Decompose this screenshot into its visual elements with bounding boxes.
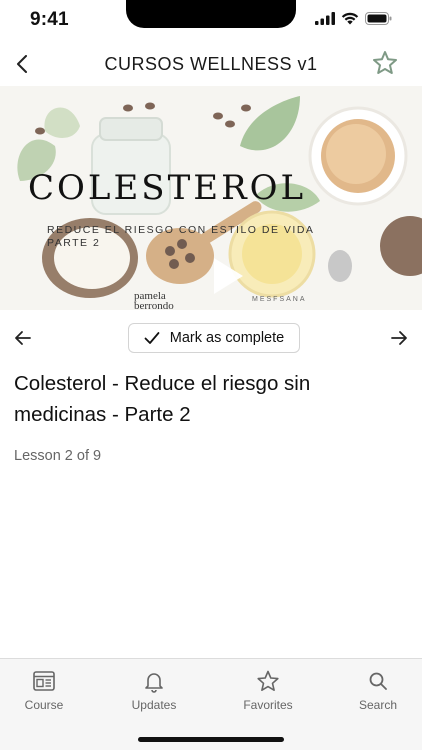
back-button[interactable] bbox=[8, 48, 36, 80]
arrow-left-icon bbox=[15, 331, 31, 345]
chevron-left-icon bbox=[17, 55, 27, 73]
brand-logo-left: pamela berrondo bbox=[134, 291, 174, 311]
previous-lesson-button[interactable] bbox=[10, 324, 38, 352]
tab-favorites[interactable]: Favorites bbox=[223, 669, 313, 712]
tab-updates-label: Updates bbox=[131, 698, 177, 712]
video-subtitle: REDUCE EL RIESGO CON ESTILO DE VIDA PART… bbox=[47, 224, 314, 250]
brand-logo-left-line2: berrondo bbox=[134, 300, 174, 311]
star-icon bbox=[257, 670, 279, 691]
bell-icon bbox=[145, 673, 163, 693]
lesson-navigation: Mark as complete bbox=[0, 320, 422, 356]
cellular-signal-icon bbox=[315, 12, 335, 25]
brand-logo-right: MESFSANA bbox=[252, 296, 307, 303]
device-notch bbox=[126, 0, 296, 28]
favorite-button[interactable] bbox=[372, 50, 402, 80]
lesson-progress-text: Lesson 2 of 9 bbox=[14, 448, 102, 464]
tab-course[interactable]: Course bbox=[0, 669, 89, 712]
next-lesson-button[interactable] bbox=[384, 324, 412, 352]
status-icons bbox=[315, 12, 392, 25]
lesson-title: Colesterol - Reduce el riesgo sin medici… bbox=[14, 372, 311, 426]
checkmark-icon bbox=[144, 332, 160, 344]
battery-icon bbox=[365, 12, 392, 25]
mark-complete-label: Mark as complete bbox=[169, 330, 285, 346]
star-outline-icon bbox=[373, 51, 397, 74]
arrow-right-icon bbox=[391, 331, 407, 345]
tab-updates[interactable]: Updates bbox=[109, 669, 199, 712]
status-bar: 9:41 bbox=[0, 0, 422, 42]
video-subtitle-line2: PARTE 2 bbox=[47, 237, 101, 249]
mark-complete-button[interactable]: Mark as complete bbox=[128, 323, 300, 353]
lesson-video[interactable]: COLESTEROL REDUCE EL RIESGO CON ESTILO D… bbox=[0, 86, 422, 310]
video-subtitle-line1: REDUCE EL RIESGO CON ESTILO DE VIDA bbox=[47, 224, 315, 236]
course-icon bbox=[33, 671, 55, 691]
nav-header: CURSOS WELLNESS v1 bbox=[0, 42, 422, 86]
page-title: CURSOS WELLNESS v1 bbox=[104, 54, 318, 74]
play-icon bbox=[214, 258, 243, 294]
tab-course-label: Course bbox=[24, 698, 64, 712]
home-indicator[interactable] bbox=[138, 737, 284, 742]
search-icon bbox=[369, 672, 387, 690]
tab-search-label: Search bbox=[358, 698, 398, 712]
tab-search[interactable]: Search bbox=[333, 669, 422, 712]
wifi-icon bbox=[341, 12, 359, 25]
tab-favorites-label: Favorites bbox=[243, 698, 293, 712]
play-button[interactable] bbox=[211, 256, 245, 296]
status-time: 9:41 bbox=[30, 9, 69, 30]
video-title: COLESTEROL bbox=[28, 168, 307, 208]
